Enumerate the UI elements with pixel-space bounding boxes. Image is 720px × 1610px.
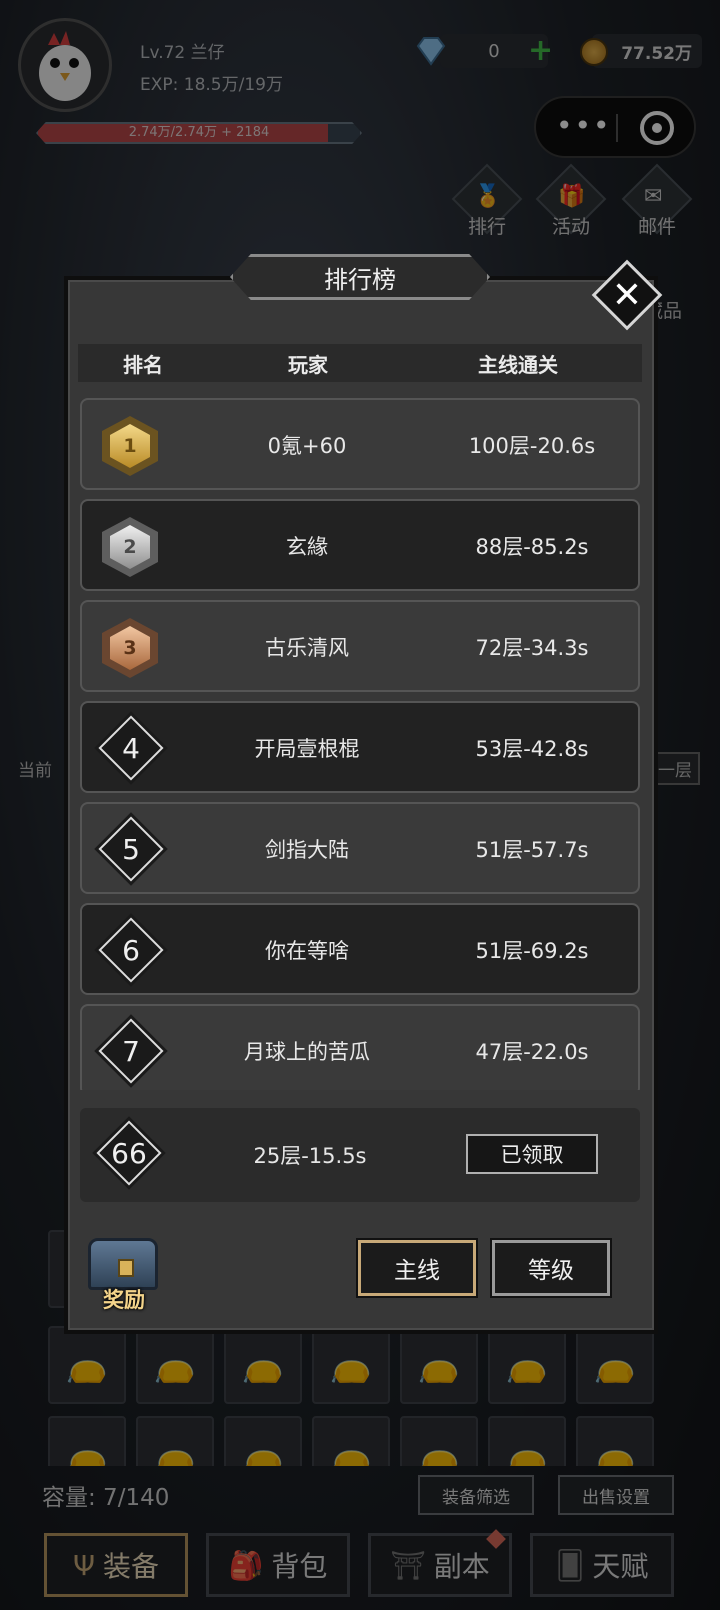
my-rank-row: 66 25层-15.5s 已领取 bbox=[80, 1108, 640, 1202]
rank-1-number: 1 bbox=[110, 424, 150, 468]
rank-number: 5 bbox=[122, 832, 140, 866]
level-tab-button[interactable]: 等级 bbox=[492, 1240, 610, 1296]
rank-number: 6 bbox=[122, 933, 140, 967]
header-progress: 主线通关 bbox=[478, 352, 558, 377]
rank-number: 4 bbox=[122, 731, 140, 765]
gold-medal-icon: 1 bbox=[102, 416, 158, 476]
player-name: 玄緣 bbox=[286, 535, 328, 559]
rank-2-number: 2 bbox=[110, 525, 150, 569]
leaderboard-row[interactable]: 3 古乐清风 72层-34.3s bbox=[80, 600, 640, 692]
dialog-title-text: 排行榜 bbox=[324, 265, 396, 294]
player-score: 53层-42.8s bbox=[475, 737, 589, 761]
player-name: 剑指大陆 bbox=[265, 838, 349, 862]
my-rank-number: 66 bbox=[111, 1136, 147, 1170]
player-name: 月球上的苦瓜 bbox=[244, 1040, 370, 1064]
player-score: 72层-34.3s bbox=[475, 636, 589, 660]
reward-button[interactable]: 奖励 bbox=[76, 1234, 172, 1318]
player-name: 古乐清风 bbox=[265, 636, 349, 660]
leaderboard-row[interactable]: 5 剑指大陆 51层-57.7s bbox=[80, 802, 640, 894]
player-name: 开局壹根棍 bbox=[254, 737, 360, 761]
leaderboard-row[interactable]: 2 玄緣 88层-85.2s bbox=[80, 499, 640, 591]
player-name: 你在等啥 bbox=[265, 939, 349, 963]
leaderboard-list[interactable]: 1 0氪+60 100层-20.6s 2 玄緣 88层-85.2s 3 古乐清风… bbox=[80, 398, 640, 1090]
header-rank: 排名 bbox=[123, 352, 163, 377]
treasure-chest-icon bbox=[88, 1238, 158, 1290]
leaderboard-row[interactable]: 1 0氪+60 100层-20.6s bbox=[80, 398, 640, 490]
player-score: 51层-57.7s bbox=[475, 838, 589, 862]
leaderboard-row[interactable]: 6 你在等啥 51层-69.2s bbox=[80, 903, 640, 995]
reward-label: 奖励 bbox=[103, 1288, 145, 1312]
bronze-medal-icon: 3 bbox=[102, 618, 158, 678]
main-tab-button[interactable]: 主线 bbox=[358, 1240, 476, 1296]
player-score: 51层-69.2s bbox=[475, 939, 589, 963]
dialog-title: 排行榜 bbox=[230, 254, 490, 300]
claimed-button[interactable]: 已领取 bbox=[466, 1134, 598, 1174]
silver-medal-icon: 2 bbox=[102, 517, 158, 577]
player-score: 47层-22.0s bbox=[475, 1040, 589, 1064]
leaderboard-row[interactable]: 7 月球上的苦瓜 47层-22.0s bbox=[80, 1004, 640, 1090]
my-score: 25层-15.5s bbox=[253, 1144, 367, 1168]
rank-number: 7 bbox=[122, 1034, 140, 1068]
player-name: 0氪+60 bbox=[267, 434, 347, 458]
player-score: 88层-85.2s bbox=[475, 535, 589, 559]
leaderboard-row[interactable]: 4 开局壹根棍 53层-42.8s bbox=[80, 701, 640, 793]
header-player: 玩家 bbox=[288, 352, 328, 377]
player-score: 100层-20.6s bbox=[468, 434, 596, 458]
rank-3-number: 3 bbox=[110, 626, 150, 670]
leaderboard-header: 排名 玩家 主线通关 bbox=[78, 344, 642, 382]
close-icon[interactable]: ✕ bbox=[602, 270, 652, 320]
